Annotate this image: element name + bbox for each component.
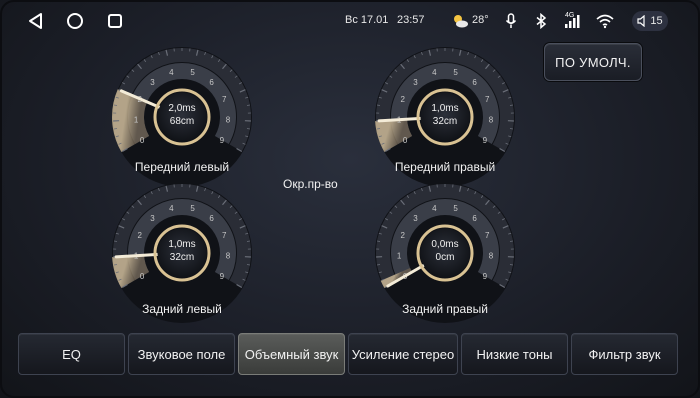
speaker-icon xyxy=(637,15,647,27)
scale-tick xyxy=(246,264,251,266)
scale-numeral: 6 xyxy=(472,78,477,87)
bluetooth-icon xyxy=(532,12,550,30)
tab-stereo-boost[interactable]: Усиление стерео xyxy=(348,333,458,375)
delay-time-value: 1,0ms xyxy=(168,239,196,250)
scale-numeral: 6 xyxy=(472,214,477,223)
scale-numeral: 6 xyxy=(209,214,214,223)
temperature-text: 28° xyxy=(472,14,489,26)
scale-tick xyxy=(509,128,514,130)
surround-center-label: Окр.пр-во xyxy=(283,177,338,191)
dial-label-front-left: Передний левый xyxy=(134,160,230,174)
tab-sound-filter[interactable]: Фильтр звук xyxy=(571,333,678,375)
delay-time-value: 1,0ms xyxy=(431,103,459,114)
scale-numeral: 5 xyxy=(453,204,458,213)
distance-value: 68cm xyxy=(169,116,195,127)
tab-surround[interactable]: Объемный звук xyxy=(238,333,345,375)
distance-value: 0cm xyxy=(435,252,455,263)
scale-numeral: 4 xyxy=(432,204,437,213)
scale-numeral: 3 xyxy=(413,78,418,87)
tab-sound-field[interactable]: Звуковое поле xyxy=(128,333,235,375)
scale-numeral: 4 xyxy=(432,68,437,77)
dial-label-rear-left: Задний левый xyxy=(142,302,222,316)
recents-square-icon[interactable] xyxy=(104,10,126,32)
scale-numeral: 4 xyxy=(169,68,174,77)
scale-numeral: 3 xyxy=(150,78,155,87)
scale-tick xyxy=(113,128,118,130)
distance-value: 32cm xyxy=(169,252,195,263)
scale-numeral: 0 xyxy=(403,136,408,145)
scale-numeral: 5 xyxy=(190,68,195,77)
scale-numeral: 3 xyxy=(150,214,155,223)
scale-numeral: 9 xyxy=(483,136,488,145)
time-text: 23:57 xyxy=(397,14,425,26)
date-text: Вс 17.01 xyxy=(345,14,389,26)
distance-value: 32cm xyxy=(432,116,458,127)
scale-tick xyxy=(246,128,251,130)
scale-numeral: 4 xyxy=(169,204,174,213)
delay-time-value: 2,0ms xyxy=(168,103,196,114)
scale-numeral: 9 xyxy=(220,136,225,145)
tab-bass[interactable]: Низкие тоны xyxy=(461,333,568,375)
scale-numeral: 9 xyxy=(220,272,225,281)
scale-numeral: 6 xyxy=(209,78,214,87)
scale-numeral: 0 xyxy=(140,136,145,145)
scale-numeral: 5 xyxy=(453,68,458,77)
scale-numeral: 3 xyxy=(413,214,418,223)
reset-default-button[interactable]: ПО УМОЛЧ. xyxy=(544,43,642,81)
home-circle-icon[interactable] xyxy=(64,10,86,32)
scale-tick xyxy=(376,128,381,130)
delay-time-value: 0,0ms xyxy=(431,239,459,250)
scale-tick xyxy=(113,264,118,266)
partly-cloudy-icon xyxy=(451,12,469,30)
scale-numeral: 9 xyxy=(483,272,488,281)
dial-label-rear-right: Задний правый xyxy=(402,302,488,316)
wifi-icon xyxy=(596,12,614,30)
microphone-icon xyxy=(502,12,520,30)
scale-numeral: 0 xyxy=(140,272,145,281)
scale-tick xyxy=(376,264,381,266)
status-bar: Вс 17.01 23:57 28° 4G 15 xyxy=(0,0,700,44)
back-triangle-icon[interactable] xyxy=(24,10,46,32)
volume-level-text: 15 xyxy=(650,15,663,27)
scale-tick xyxy=(509,264,514,266)
scale-numeral: 5 xyxy=(190,204,195,213)
network-type-text: 4G xyxy=(565,12,575,19)
sound-settings-tabbar: EQ Звуковое поле Объемный звук Усиление … xyxy=(18,333,678,377)
tab-eq[interactable]: EQ xyxy=(18,333,125,375)
volume-indicator[interactable]: 15 xyxy=(632,11,668,31)
dial-label-front-right: Передний правый xyxy=(394,160,496,174)
